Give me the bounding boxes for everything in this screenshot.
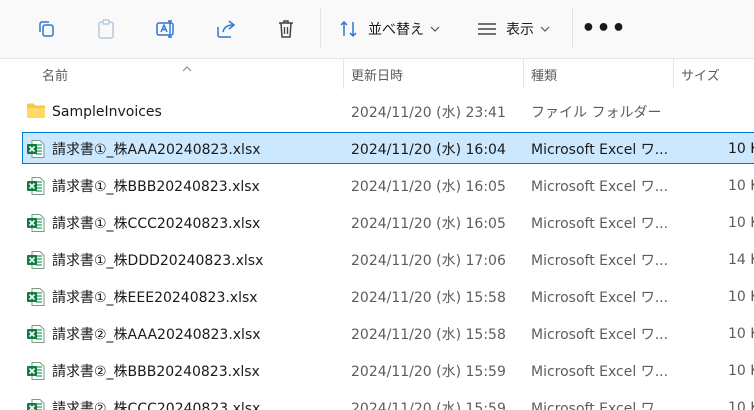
file-size: 10 K (728, 326, 754, 342)
file-size: 10 K (728, 178, 754, 194)
file-name: 請求書①_株DDD20240823.xlsx (52, 253, 264, 269)
trash-icon (276, 18, 296, 40)
file-type: Microsoft Excel ワ... (531, 253, 669, 269)
command-bar: 並べ替え 表示 ••• (0, 0, 754, 59)
sort-button[interactable]: 並べ替え (332, 10, 446, 48)
more-options-button[interactable]: ••• (581, 10, 627, 48)
view-label: 表示 (506, 22, 534, 38)
column-size[interactable]: サイズ (681, 59, 751, 89)
file-type: Microsoft Excel ワ... (531, 216, 669, 232)
file-name: 請求書①_株CCC20240823.xlsx (52, 216, 261, 232)
file-date: 2024/11/20 (水) 17:06 (351, 253, 506, 269)
copy-icon (36, 19, 56, 39)
file-name-cell[interactable]: 請求書①_株BBB20240823.xlsx (26, 168, 344, 204)
excel-icon (26, 324, 46, 344)
file-name-cell[interactable]: 請求書②_株BBB20240823.xlsx (26, 353, 344, 389)
excel-icon (26, 176, 46, 196)
clipboard-icon (96, 18, 116, 40)
sort-icon (338, 19, 360, 39)
column-header: 名前 更新日時 種類 サイズ (0, 59, 754, 89)
file-name-cell[interactable]: SampleInvoices (26, 94, 344, 130)
column-divider[interactable] (343, 59, 344, 89)
file-name: 請求書①_株BBB20240823.xlsx (52, 179, 260, 195)
file-date: 2024/11/20 (水) 16:05 (351, 216, 506, 232)
file-name: 請求書①_株AAA20240823.xlsx (52, 142, 261, 158)
file-date: 2024/11/20 (水) 15:59 (351, 401, 506, 410)
file-row[interactable]: 請求書①_株EEE20240823.xlsx 2024/11/20 (水) 15… (0, 279, 754, 315)
column-divider[interactable] (523, 59, 524, 89)
file-size: 10 K (728, 141, 754, 157)
excel-icon (26, 139, 46, 159)
copy-button[interactable] (28, 10, 64, 48)
file-name-cell[interactable]: 請求書②_株AAA20240823.xlsx (26, 316, 344, 352)
share-button[interactable] (208, 10, 244, 48)
file-type: Microsoft Excel ワ... (531, 327, 669, 343)
file-size: 10 K (728, 400, 754, 410)
file-size: 10 K (728, 363, 754, 379)
file-name: 請求書②_株CCC20240823.xlsx (52, 401, 261, 410)
file-type: Microsoft Excel ワ... (531, 290, 669, 306)
view-lines-icon (476, 21, 498, 37)
rename-icon (155, 18, 177, 40)
file-type: Microsoft Excel ワ... (531, 142, 669, 158)
file-name: 請求書②_株AAA20240823.xlsx (52, 327, 261, 343)
file-name-cell[interactable]: 請求書①_株CCC20240823.xlsx (26, 205, 344, 241)
file-list: SampleInvoices 2024/11/20 (水) 23:41 ファイル… (0, 94, 754, 410)
file-row[interactable]: 請求書②_株AAA20240823.xlsx 2024/11/20 (水) 15… (0, 316, 754, 352)
file-date: 2024/11/20 (水) 23:41 (351, 105, 506, 121)
file-size: 10 K (728, 215, 754, 231)
file-name-cell[interactable]: 請求書①_株EEE20240823.xlsx (26, 279, 344, 315)
toolbar-separator (320, 8, 321, 48)
excel-icon (26, 213, 46, 233)
file-type: ファイル フォルダー (531, 105, 662, 121)
chevron-down-icon (430, 26, 440, 32)
file-explorer-window: 並べ替え 表示 ••• 名前 更新日時 種類 サイズ SampleInvoice… (0, 0, 754, 410)
file-size (728, 94, 754, 130)
file-name-cell[interactable]: 請求書①_株DDD20240823.xlsx (26, 242, 344, 278)
file-row[interactable]: 請求書①_株BBB20240823.xlsx 2024/11/20 (水) 16… (0, 168, 754, 204)
file-row[interactable]: 請求書②_株CCC20240823.xlsx 2024/11/20 (水) 15… (0, 390, 754, 410)
column-name[interactable]: 名前 (42, 59, 342, 89)
file-name: 請求書②_株BBB20240823.xlsx (52, 364, 260, 380)
file-type: Microsoft Excel ワ... (531, 401, 669, 410)
column-date[interactable]: 更新日時 (351, 59, 521, 89)
file-size: 10 K (728, 289, 754, 305)
view-button[interactable]: 表示 (466, 10, 560, 48)
folder-icon (26, 102, 46, 122)
rename-button[interactable] (148, 10, 184, 48)
file-row[interactable]: 請求書②_株BBB20240823.xlsx 2024/11/20 (水) 15… (0, 353, 754, 389)
excel-icon (26, 250, 46, 270)
more-icon: ••• (581, 16, 627, 41)
file-row[interactable]: 請求書①_株DDD20240823.xlsx 2024/11/20 (水) 17… (0, 242, 754, 278)
file-row[interactable]: 請求書①_株CCC20240823.xlsx 2024/11/20 (水) 16… (0, 205, 754, 241)
file-date: 2024/11/20 (水) 15:58 (351, 327, 506, 343)
paste-button[interactable] (88, 10, 124, 48)
toolbar-separator (572, 8, 573, 48)
sort-label: 並べ替え (368, 22, 424, 38)
excel-icon (26, 361, 46, 381)
column-divider[interactable] (673, 59, 674, 89)
file-date: 2024/11/20 (水) 15:59 (351, 364, 506, 380)
file-name: 請求書①_株EEE20240823.xlsx (52, 290, 258, 306)
share-icon (215, 19, 237, 39)
file-name-cell[interactable]: 請求書②_株CCC20240823.xlsx (26, 390, 344, 410)
file-date: 2024/11/20 (水) 15:58 (351, 290, 506, 306)
file-name: SampleInvoices (52, 104, 162, 120)
chevron-down-icon (540, 26, 550, 32)
file-row[interactable]: 請求書①_株AAA20240823.xlsx 2024/11/20 (水) 16… (0, 131, 754, 167)
excel-icon (26, 398, 46, 410)
file-name-cell[interactable]: 請求書①_株AAA20240823.xlsx (26, 131, 344, 167)
file-size: 14 K (728, 252, 754, 268)
file-type: Microsoft Excel ワ... (531, 364, 669, 380)
file-type: Microsoft Excel ワ... (531, 179, 669, 195)
file-date: 2024/11/20 (水) 16:05 (351, 179, 506, 195)
file-date: 2024/11/20 (水) 16:04 (351, 142, 506, 158)
delete-button[interactable] (268, 10, 304, 48)
file-row[interactable]: SampleInvoices 2024/11/20 (水) 23:41 ファイル… (0, 94, 754, 130)
column-type[interactable]: 種類 (531, 59, 671, 89)
excel-icon (26, 287, 46, 307)
